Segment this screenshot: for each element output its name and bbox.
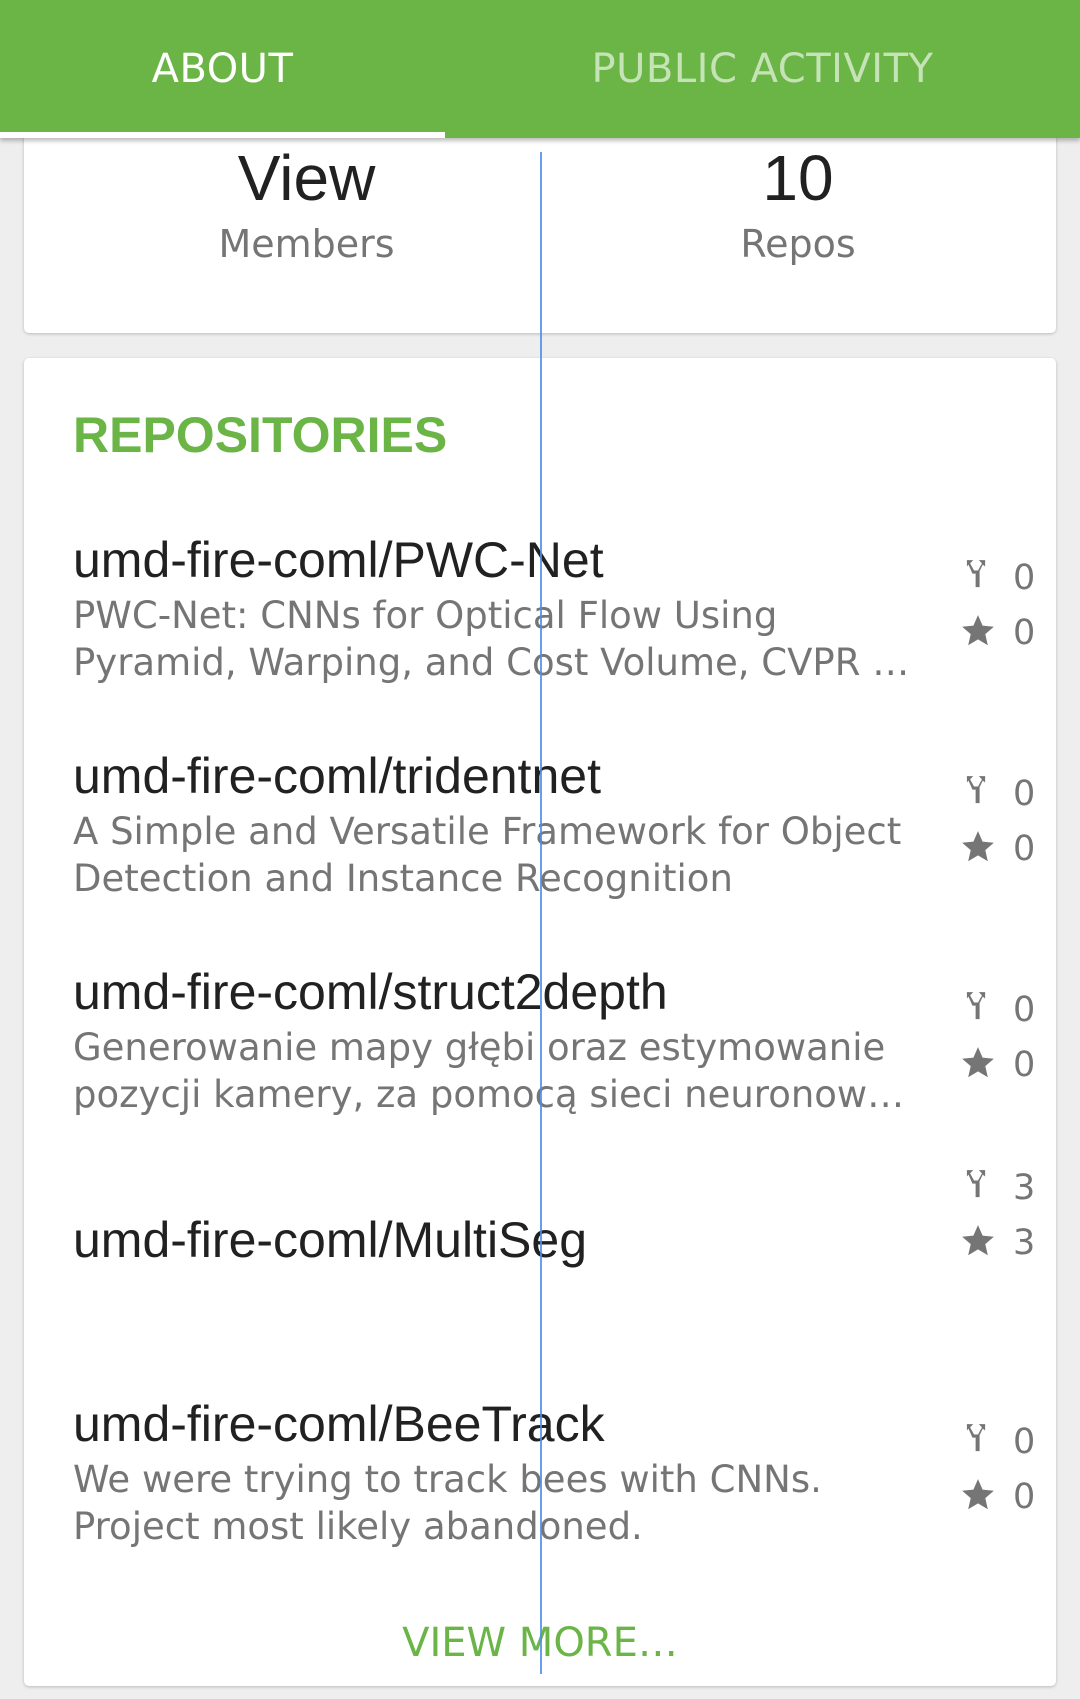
repo-description-line2: pozycji kamery, za pomocą sieci neuronow… [73,1073,905,1116]
star-stat: 3 [959,1215,1049,1270]
repo-description-line2: Detection and Instance Recognition [73,857,733,900]
layout-guide-line [540,152,542,1674]
star-count: 0 [1013,1476,1036,1517]
repo-description-line2: Pyramid, Warping, and Cost Volume, CVPR … [73,641,910,684]
star-stat: 0 [959,821,1049,876]
star-stat: 0 [959,1037,1049,1092]
star-icon [959,828,997,870]
tab-indicator [0,132,445,138]
repo-description-line1: We were trying to track bees with CNNs. [73,1458,822,1501]
star-count: 0 [1013,828,1036,869]
star-icon [959,1476,997,1518]
tab-about-label: ABOUT [151,46,294,92]
repo-description-line1: A Simple and Versatile Framework for Obj… [73,810,902,853]
fork-icon [959,989,997,1031]
repos-value: 10 [762,142,834,214]
repo-description-line2: Project most likely abandoned. [73,1505,643,1548]
fork-stat: 0 [959,550,1049,605]
fork-count: 0 [1013,557,1036,598]
repo-description-line1: PWC-Net: CNNs for Optical Flow Using [73,594,778,637]
star-stat: 0 [959,605,1049,660]
fork-count: 3 [1013,1167,1036,1208]
repo-stats: 0 0 [959,550,1049,660]
fork-icon [959,1167,997,1209]
fork-icon [959,773,997,815]
fork-count: 0 [1013,1421,1036,1462]
members-label: Members [218,222,395,266]
fork-count: 0 [1013,989,1036,1030]
repo-item[interactable]: umd-fire-coml/tridentnet A Simple and Ve… [73,744,1035,902]
repo-stats: 3 3 [959,1160,1049,1270]
tab-bar: ABOUT PUBLIC ACTIVITY [0,0,1080,138]
fork-count: 0 [1013,773,1036,814]
fork-icon [959,1421,997,1463]
repo-name: umd-fire-coml/MultiSeg [73,1212,588,1268]
repo-stats: 0 0 [959,1414,1049,1524]
repo-item[interactable]: umd-fire-coml/BeeTrack We were trying to… [73,1392,1035,1550]
star-icon [959,1044,997,1086]
star-icon [959,612,997,654]
fork-stat: 0 [959,982,1049,1037]
fork-stat: 0 [959,1414,1049,1469]
star-count: 0 [1013,612,1036,653]
repo-stats: 0 0 [959,766,1049,876]
repo-item[interactable]: umd-fire-coml/struct2depth Generowanie m… [73,960,1035,1118]
repo-item[interactable]: umd-fire-coml/PWC-Net PWC-Net: CNNs for … [73,528,1035,686]
repo-item[interactable]: umd-fire-coml/MultiSeg 3 3 [73,1168,1035,1272]
members-value: View [237,142,376,214]
repo-name: umd-fire-coml/tridentnet [73,748,601,804]
repo-stats: 0 0 [959,982,1049,1092]
tab-public-activity-label: PUBLIC ACTIVITY [591,46,934,92]
repo-description-line1: Generowanie mapy głębi oraz estymowanie [73,1026,886,1069]
repos-label: Repos [740,222,856,266]
repositories-title: REPOSITORIES [73,407,448,463]
repo-name: umd-fire-coml/BeeTrack [73,1396,605,1452]
fork-icon [959,557,997,599]
repo-name: umd-fire-coml/PWC-Net [73,532,604,588]
fork-stat: 0 [959,766,1049,821]
repo-name: umd-fire-coml/struct2depth [73,964,668,1020]
tab-public-activity[interactable]: PUBLIC ACTIVITY [445,0,1080,138]
fork-stat: 3 [959,1160,1049,1215]
tab-about[interactable]: ABOUT [0,0,445,138]
star-count: 3 [1013,1222,1036,1263]
repos-stat[interactable]: 10 Repos [532,140,1064,272]
star-count: 0 [1013,1044,1036,1085]
star-stat: 0 [959,1469,1049,1524]
star-icon [959,1222,997,1264]
members-stat[interactable]: View Members [24,140,589,272]
